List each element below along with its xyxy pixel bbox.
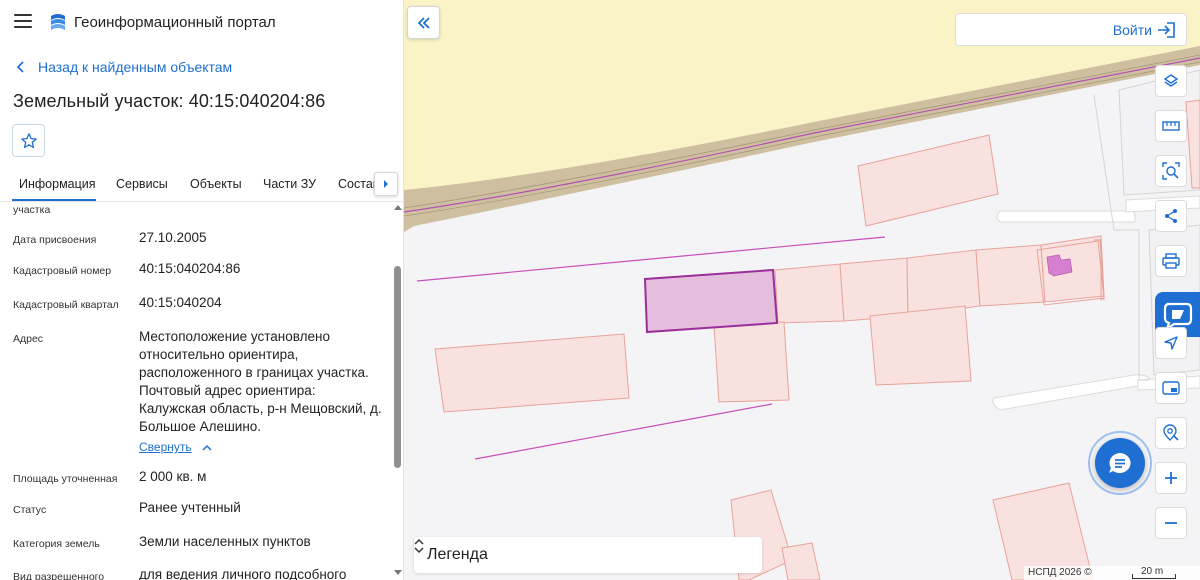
layers-icon — [1163, 74, 1179, 87]
legend-panel[interactable]: Легенда — [414, 537, 762, 573]
navigate-icon — [1164, 336, 1178, 350]
parcel — [434, 333, 630, 413]
attribution-text: НСПД 2026 © — [1028, 567, 1092, 578]
tab-information[interactable]: Информация — [19, 177, 96, 191]
share-icon — [1165, 209, 1177, 223]
parcel — [839, 257, 909, 322]
legend-label: Легенда — [427, 546, 488, 563]
info-value: 27.10.2005 — [139, 230, 207, 245]
share-button[interactable] — [1155, 200, 1187, 232]
ruler-icon — [1162, 121, 1180, 131]
info-label: Дата присвоения — [13, 234, 97, 246]
print-icon — [1162, 253, 1180, 269]
tab-objects[interactable]: Объекты — [190, 177, 242, 191]
address-value: Местоположение установлено относительно … — [139, 329, 382, 434]
info-value: 40:15:040204 — [139, 295, 222, 310]
collapse-link[interactable]: Свернуть — [139, 440, 212, 454]
area-search-button[interactable] — [1155, 155, 1187, 187]
parcel — [713, 321, 790, 403]
info-scrollbar[interactable] — [393, 202, 403, 580]
tab-bar: Информация Сервисы Объекты Части ЗУ Сост… — [0, 170, 403, 202]
object-panel: Геоинформационный портал Назад к найденн… — [0, 0, 404, 580]
menu-icon[interactable] — [14, 14, 32, 28]
street — [992, 374, 1150, 411]
scrollbar-thumb[interactable] — [394, 266, 401, 468]
selected-parcel — [643, 268, 779, 334]
scroll-down-arrow-icon[interactable] — [394, 570, 402, 575]
info-label: Кадастровый квартал — [13, 299, 119, 311]
info-label-cut: участка — [13, 204, 51, 216]
layers-button[interactable] — [1155, 65, 1187, 97]
assistant-icon — [1163, 302, 1192, 330]
login-label: Войти — [1112, 22, 1152, 38]
chevron-right-icon — [384, 180, 388, 188]
back-link[interactable]: Назад к найденным объектам — [16, 59, 232, 75]
zoom-in-icon — [1165, 472, 1177, 484]
info-label: Статус — [13, 504, 47, 516]
portal-title: Геоинформационный портал — [74, 14, 276, 31]
info-value: Ранее учтенный — [139, 500, 241, 515]
star-icon — [20, 132, 37, 148]
chat-icon — [1109, 453, 1131, 473]
chevron-left-icon — [16, 61, 24, 73]
parcel — [975, 244, 1046, 307]
portal-logo-icon — [51, 14, 65, 30]
parcel — [869, 305, 972, 386]
chat-button[interactable] — [1095, 438, 1145, 488]
back-link-label: Назад к найденным объектам — [38, 59, 233, 75]
info-value: для ведения личного подсобного — [139, 567, 347, 580]
measure-button[interactable] — [1155, 110, 1187, 142]
expand-collapse-icon — [414, 538, 424, 554]
card-icon — [1162, 381, 1180, 395]
tab-parts[interactable]: Части ЗУ — [263, 177, 316, 191]
zoom-out-icon — [1165, 522, 1177, 524]
scale-bar — [1132, 574, 1176, 579]
collapse-panel-button[interactable] — [407, 6, 440, 39]
card-button[interactable] — [1155, 372, 1187, 404]
zoom-out-button[interactable] — [1155, 507, 1187, 539]
chevron-up-icon — [202, 444, 212, 451]
info-value: Земли населенных пунктов — [139, 534, 311, 549]
info-value: 40:15:040204:86 — [139, 261, 241, 276]
tab-composition[interactable]: Состав — [338, 177, 374, 191]
search-area-icon — [1162, 162, 1180, 180]
double-chevron-left-icon — [417, 16, 430, 29]
login-button[interactable]: Войти — [955, 13, 1187, 46]
map-canvas[interactable]: Легенда — [404, 0, 1200, 580]
collapse-link-label: Свернуть — [139, 440, 192, 454]
info-list: участка Дата присвоения 27.10.2005 Кадас… — [0, 202, 392, 580]
info-label: Кадастровый номер — [13, 265, 112, 277]
parcel — [857, 134, 999, 227]
active-tab-indicator — [12, 199, 96, 201]
info-label: Категория земель — [13, 538, 100, 550]
print-button[interactable] — [1155, 245, 1187, 277]
info-label: Вид разрешенного — [13, 571, 105, 580]
info-value: 2 000 кв. м — [139, 469, 207, 484]
tab-services[interactable]: Сервисы — [116, 177, 168, 191]
top-bar: Геоинформационный портал — [0, 0, 403, 44]
parcel — [774, 263, 845, 324]
street — [996, 210, 1136, 223]
map-drawing — [404, 0, 1200, 580]
info-label: Адрес — [13, 333, 44, 345]
info-label: Площадь уточненная — [13, 473, 118, 485]
navigate-button[interactable] — [1155, 327, 1187, 359]
scroll-up-arrow-icon[interactable] — [394, 205, 402, 210]
location-search-icon — [1163, 424, 1179, 441]
favorite-button[interactable] — [12, 124, 45, 157]
object-title: Земельный участок: 40:15:040204:86 — [13, 91, 326, 111]
location-search-button[interactable] — [1155, 417, 1187, 449]
zoom-in-button[interactable] — [1155, 462, 1187, 494]
parcel — [906, 249, 981, 317]
app-root: Геоинформационный портал Назад к найденн… — [0, 0, 1200, 580]
tabs-scroll-right-button[interactable] — [374, 172, 398, 196]
login-icon — [1158, 22, 1175, 38]
parcel — [781, 542, 821, 580]
